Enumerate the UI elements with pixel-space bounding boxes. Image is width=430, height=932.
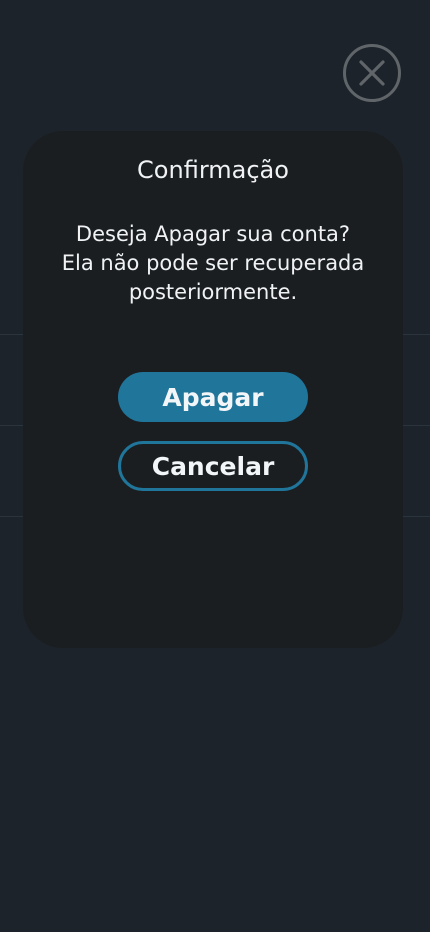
dialog-message-line: Ela não pode ser recuperada — [61, 251, 365, 275]
dialog-message: Deseja Apagar sua conta? Ela não pode se… — [33, 220, 393, 307]
delete-button-label: Apagar — [162, 382, 264, 412]
screen: Confirmação Deseja Apagar sua conta? Ela… — [0, 0, 430, 932]
dialog-message-line: Deseja Apagar sua conta? — [75, 222, 351, 246]
close-button[interactable] — [343, 44, 401, 102]
dialog-message-line: posteriormente. — [128, 280, 298, 304]
confirmation-dialog: Confirmação Deseja Apagar sua conta? Ela… — [23, 131, 403, 648]
cancel-button[interactable]: Cancelar — [118, 441, 308, 491]
dialog-title: Confirmação — [137, 156, 289, 184]
delete-account-button[interactable]: Apagar — [118, 372, 308, 422]
cancel-button-label: Cancelar — [151, 451, 275, 481]
close-icon — [359, 60, 385, 86]
